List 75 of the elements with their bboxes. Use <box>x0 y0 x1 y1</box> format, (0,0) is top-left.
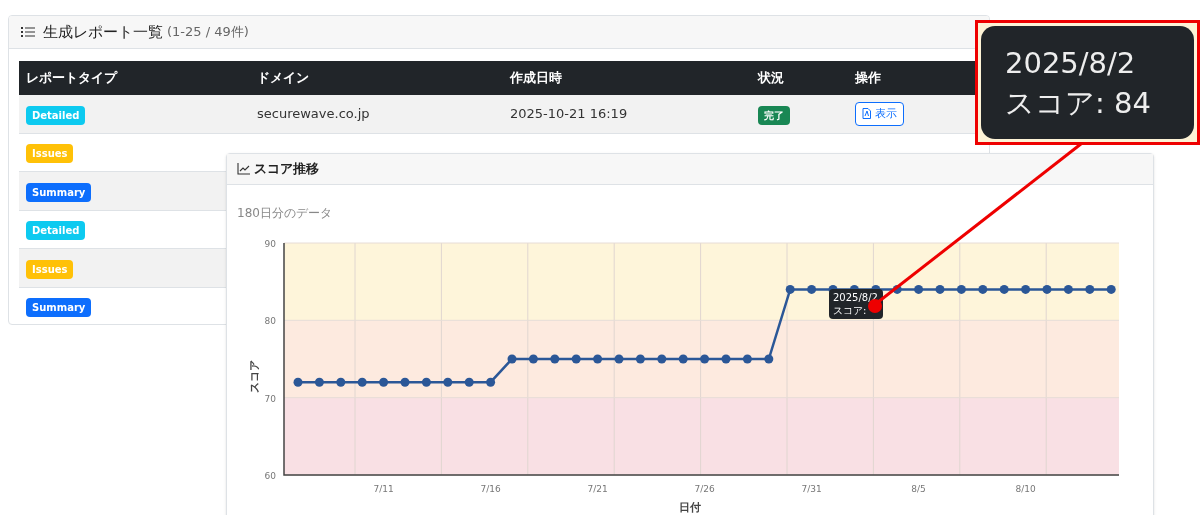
data-point <box>1042 284 1052 294</box>
data-point <box>742 354 752 364</box>
tooltip-line: スコア: <box>833 304 867 317</box>
y-tick-label: 70 <box>264 393 276 404</box>
data-point <box>785 284 795 294</box>
report-count: (1-25 / 49件) <box>167 23 249 42</box>
line-chart-icon <box>237 163 250 175</box>
x-tick-label: 7/16 <box>480 484 501 494</box>
column-header: 操作 <box>854 69 882 88</box>
data-point <box>1021 284 1031 294</box>
table-cell-text: 2025-10-21 16:19 <box>509 105 629 123</box>
list-icon <box>21 26 35 38</box>
x-tick-label: 8/10 <box>1015 484 1036 494</box>
data-point <box>336 377 346 387</box>
data-point <box>400 377 410 387</box>
data-point <box>678 354 688 364</box>
data-point <box>464 377 474 387</box>
status-badge: 完了 <box>758 105 790 125</box>
data-point <box>657 354 667 364</box>
data-point <box>956 284 966 294</box>
y-tick-label: 60 <box>264 471 276 481</box>
report-type-badge: Summary <box>26 298 92 318</box>
data-point <box>807 284 817 294</box>
report-type-badge: Summary <box>26 182 92 202</box>
report-type-badge: Issues <box>26 259 74 279</box>
panel-title: 生成レポート一覧 <box>43 21 163 43</box>
data-point <box>935 284 945 294</box>
x-tick-label: 7/31 <box>801 484 822 494</box>
data-point <box>528 354 538 364</box>
data-point <box>1063 284 1073 294</box>
report-type-badge: Issues <box>26 144 74 164</box>
x-tick-label: 7/11 <box>373 484 394 494</box>
data-point <box>999 284 1009 294</box>
data-point <box>421 377 431 387</box>
card-title: スコア推移 <box>254 160 319 179</box>
data-point <box>507 354 517 364</box>
y-axis-title: スコア <box>248 359 261 393</box>
report-type-badge: Detailed <box>26 221 86 241</box>
data-point <box>443 377 453 387</box>
x-tick-label: 7/26 <box>694 484 715 494</box>
data-point <box>914 284 924 294</box>
x-tick-label: 8/5 <box>911 484 926 494</box>
x-axis-title: 日付 <box>679 501 701 514</box>
column-header: ドメイン <box>256 69 310 88</box>
data-point <box>379 377 389 387</box>
view-button[interactable]: 表示 <box>855 101 904 126</box>
data-point <box>314 377 324 387</box>
column-header: 作成日時 <box>508 69 563 88</box>
data-point <box>550 354 560 364</box>
callout-line: 2025/8/2 <box>1005 44 1137 82</box>
data-point <box>764 354 774 364</box>
data-point <box>357 377 367 387</box>
data-point <box>614 354 624 364</box>
tooltip-line: 2025/8/2 <box>833 291 878 304</box>
data-point <box>1085 284 1095 294</box>
data-point <box>486 377 496 387</box>
data-point <box>721 354 731 364</box>
data-point <box>293 377 303 387</box>
data-point <box>892 284 902 294</box>
data-point <box>635 354 645 364</box>
data-point <box>593 354 603 364</box>
callout-line: スコア: 84 <box>1005 84 1152 122</box>
y-tick-label: 90 <box>264 239 276 249</box>
column-header: レポートタイプ <box>25 69 119 88</box>
pdf-file-icon <box>862 108 871 120</box>
data-point <box>1106 284 1116 294</box>
report-type-badge: Detailed <box>26 105 86 125</box>
column-header: 状況 <box>756 69 785 88</box>
x-tick-label: 7/21 <box>587 484 608 494</box>
table-cell-text: securewave.co.jp <box>256 105 371 123</box>
data-point <box>571 354 581 364</box>
data-point <box>700 354 710 364</box>
y-tick-label: 80 <box>264 316 276 327</box>
data-range-label: 180日分のデータ <box>237 206 332 220</box>
data-point <box>978 284 988 294</box>
